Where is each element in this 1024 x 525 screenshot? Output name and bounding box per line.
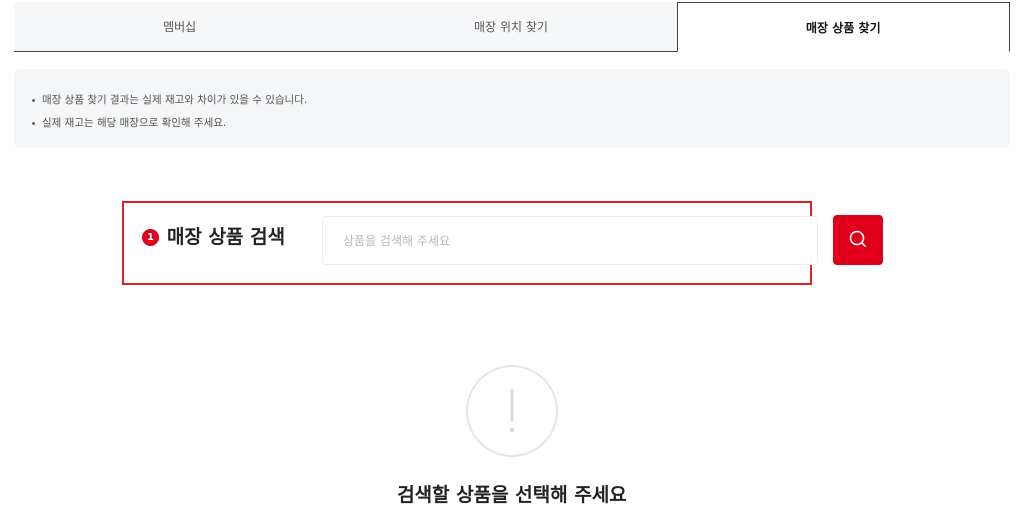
tab-store-product[interactable]: 매장 상품 찾기 (676, 2, 1010, 52)
step-number-badge: 1 (142, 229, 159, 246)
notice-box: 매장 상품 찾기 결과는 실제 재고와 차이가 있을 수 있습니다. 실제 재고… (14, 69, 1010, 148)
search-input[interactable] (322, 216, 818, 265)
tab-store-location[interactable]: 매장 위치 찾기 (345, 2, 677, 52)
notice-list: 매장 상품 찾기 결과는 실제 재고와 차이가 있을 수 있습니다. 실제 재고… (32, 89, 1010, 135)
notice-item: 매장 상품 찾기 결과는 실제 재고와 차이가 있을 수 있습니다. (32, 89, 1010, 112)
tab-membership[interactable]: 멤버십 (14, 2, 346, 52)
store-product-search-page: 멤버십 매장 위치 찾기 매장 상품 찾기 매장 상품 찾기 결과는 실제 재고… (0, 0, 1024, 525)
search-button[interactable] (833, 215, 883, 265)
tab-bar: 멤버십 매장 위치 찾기 매장 상품 찾기 (14, 2, 1010, 52)
exclamation-circle-icon (465, 364, 559, 458)
empty-state-message: 검색할 상품을 선택해 주세요 (397, 484, 627, 506)
notice-item: 실제 재고는 해당 매장으로 확인해 주세요. (32, 112, 1010, 135)
search-icon (848, 229, 868, 252)
search-label: 매장 상품 검색 (167, 226, 286, 248)
